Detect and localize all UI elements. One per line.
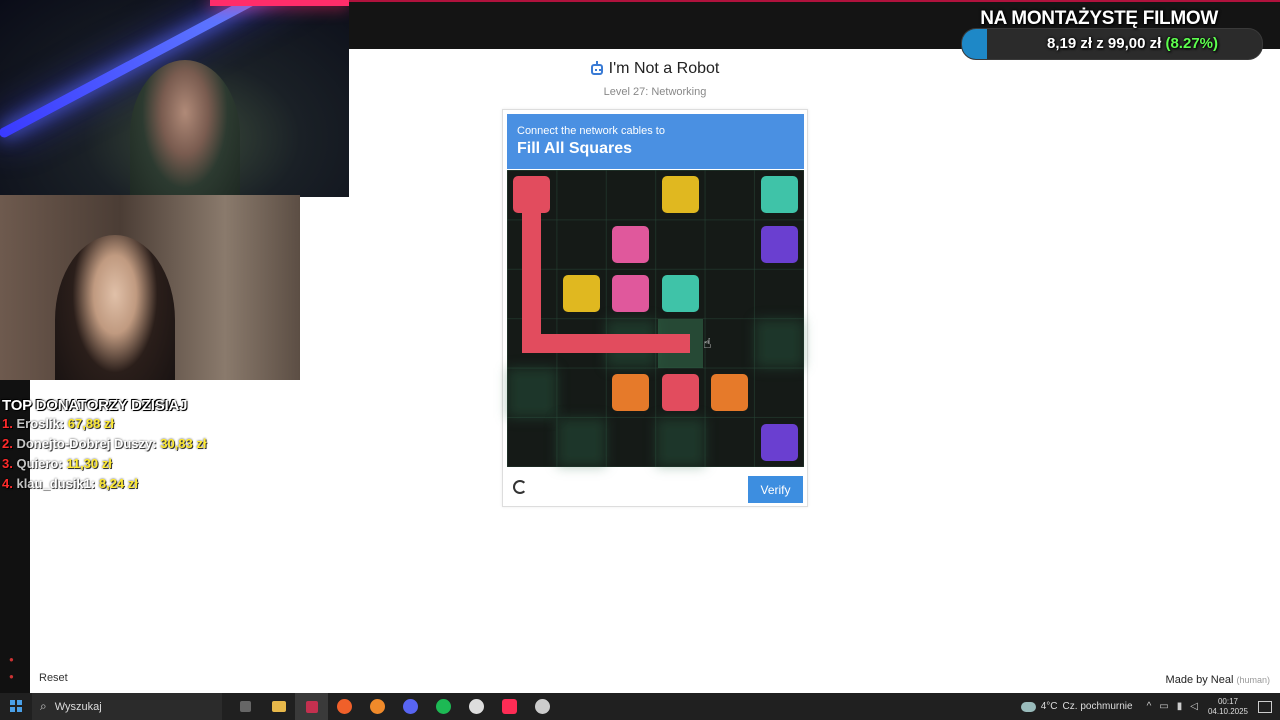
- top-donors-list: TOP DONATORZY DZISIAJ 1. Eroslik: 67,88 …: [2, 397, 302, 494]
- network-icon[interactable]: ▭: [1159, 701, 1168, 712]
- goal-percent: (8.27%): [1165, 35, 1218, 52]
- grid-glow: [754, 318, 804, 368]
- network-node-red[interactable]: [661, 374, 699, 412]
- grid-glow: [507, 368, 557, 418]
- robot-icon: [590, 60, 603, 75]
- donor-row: 2. Donejto-Dobrej Duszy: 30,83 zł: [2, 434, 302, 454]
- network-node-purple[interactable]: [760, 225, 798, 263]
- goal-progress-fill: [962, 29, 987, 59]
- network-node-pink[interactable]: [612, 275, 650, 313]
- network-node-yellow[interactable]: [661, 176, 699, 214]
- streamer-figure: [130, 60, 240, 197]
- network-cable-segment: [621, 333, 690, 353]
- donor-amount: 8,24 zł: [98, 476, 138, 491]
- made-by-credit: Made by Neal (human): [1166, 674, 1270, 686]
- refresh-icon[interactable]: [513, 480, 527, 494]
- discord-icon[interactable]: [394, 693, 427, 720]
- brave-browser-icon[interactable]: [328, 693, 361, 720]
- donor-amount: 11,30 zł: [66, 456, 112, 471]
- goal-current: 8,19 zł: [1047, 35, 1093, 52]
- grid-glow: [556, 417, 606, 467]
- network-node-pink[interactable]: [612, 225, 650, 263]
- captcha-title: I'm Not a Robot: [608, 60, 720, 77]
- donor-row: 4. klau_dusik1: 8,24 zł: [2, 474, 302, 494]
- task-view-icon[interactable]: [229, 693, 262, 720]
- network-node-teal[interactable]: [661, 275, 699, 313]
- guest-webcam: [0, 195, 300, 380]
- goal-title: NA MONTAŻYSTĘ FILMOW: [980, 8, 1218, 29]
- puzzle-grid[interactable]: ☝: [507, 170, 804, 467]
- network-node-orange[interactable]: [612, 374, 650, 412]
- captcha-level: Level 27: Networking: [603, 85, 707, 98]
- volume-icon[interactable]: ◁: [1190, 701, 1198, 712]
- guest-figure: [55, 235, 175, 380]
- weather-desc: Cz. pochmurnie: [1062, 701, 1133, 712]
- notification-icon[interactable]: [1258, 700, 1272, 713]
- donor-amount: 30,83 zł: [160, 436, 207, 451]
- taskbar-clock[interactable]: 00:17 04.10.2025: [1208, 697, 1248, 717]
- donor-rank: 2.: [2, 436, 13, 451]
- donors-title: TOP DONATORZY DZISIAJ: [2, 397, 188, 414]
- taskbar-search[interactable]: ⌕ Wyszukaj: [32, 693, 222, 720]
- settings-gear-icon[interactable]: [526, 693, 559, 720]
- search-placeholder: Wyszukaj: [54, 700, 102, 713]
- goal-amount: 8,19 zł z 99,00 zł (8.27%): [1047, 35, 1218, 52]
- file-explorer-icon[interactable]: [262, 693, 295, 720]
- network-node-purple[interactable]: [760, 423, 798, 461]
- donor-rank: 4.: [2, 476, 13, 491]
- reset-link[interactable]: Reset: [39, 672, 68, 684]
- donor-rank: 3.: [2, 456, 13, 471]
- chrome-icon[interactable]: [460, 693, 493, 720]
- streamer-webcam: [0, 0, 349, 197]
- tiktok-icon[interactable]: [493, 693, 526, 720]
- chevron-up-icon[interactable]: ^: [1147, 701, 1152, 712]
- donor-name: Eroslik:: [16, 416, 65, 431]
- search-icon: ⌕: [40, 699, 47, 713]
- captcha-footer: Verify: [503, 470, 807, 508]
- donor-amount: 67,88 zł: [67, 416, 115, 431]
- windows-start-icon[interactable]: [10, 700, 22, 712]
- network-node-red[interactable]: [513, 176, 551, 214]
- mic-icon[interactable]: ▮: [1177, 701, 1183, 712]
- tray-icons: ^ ▭ ▮ ◁: [1147, 701, 1198, 712]
- donor-row: 1. Eroslik: 67,88 zł: [2, 414, 302, 434]
- donor-name: klau_dusik1:: [16, 476, 96, 491]
- cloud-icon: [1020, 701, 1036, 712]
- donor-rank: 1.: [2, 416, 13, 431]
- taskbar-apps: [229, 693, 559, 720]
- made-by-text: Made by Neal: [1165, 674, 1234, 686]
- captcha-header: I'm Not a Robot Level 27: Networking: [502, 60, 808, 98]
- windows-taskbar: ⌕ Wyszukaj 4°C Cz. pochmurnie ^ ▭ ▮ ◁ 00…: [0, 693, 1280, 720]
- donor-row: 3. Quiero: 11,30 zł: [2, 454, 302, 474]
- instruction-big: Fill All Squares: [517, 140, 632, 157]
- instruction-small: Connect the network cables to: [517, 125, 665, 137]
- made-by-tag: (human): [1236, 675, 1270, 685]
- clock-date: 04.10.2025: [1207, 706, 1248, 716]
- goal-sep: z: [1096, 35, 1104, 52]
- network-node-orange[interactable]: [711, 374, 749, 412]
- firefox-icon[interactable]: [361, 693, 394, 720]
- neon-light-pink: [210, 0, 349, 6]
- clock-time: 00:17: [1217, 696, 1238, 706]
- network-node-yellow[interactable]: [562, 275, 600, 313]
- donation-goal: NA MONTAŻYSTĘ FILMOW 8,19 zł z 99,00 zł …: [961, 4, 1266, 60]
- grid-glow: [655, 417, 705, 467]
- verify-button[interactable]: Verify: [748, 476, 803, 503]
- captcha-widget: Connect the network cables to Fill All S…: [502, 109, 808, 507]
- app-active-icon[interactable]: [295, 693, 328, 720]
- weather-temp: 4°C: [1040, 701, 1058, 712]
- system-tray: 4°C Cz. pochmurnie ^ ▭ ▮ ◁ 00:17 04.10.2…: [1020, 693, 1280, 720]
- strip-marker-icon: ●: [9, 655, 14, 664]
- spotify-icon[interactable]: [427, 693, 460, 720]
- captcha-instruction-banner: Connect the network cables to Fill All S…: [507, 114, 804, 169]
- strip-marker-icon: ●: [9, 672, 14, 681]
- weather-widget[interactable]: 4°C Cz. pochmurnie: [1020, 701, 1133, 712]
- mouse-cursor-icon: ☝: [703, 335, 712, 352]
- network-node-teal[interactable]: [760, 176, 798, 214]
- donor-name: Quiero:: [16, 456, 63, 471]
- captcha-title-row: I'm Not a Robot: [590, 60, 720, 78]
- goal-total: 99,00 zł: [1107, 35, 1162, 52]
- donor-name: Donejto-Dobrej Duszy:: [16, 436, 157, 451]
